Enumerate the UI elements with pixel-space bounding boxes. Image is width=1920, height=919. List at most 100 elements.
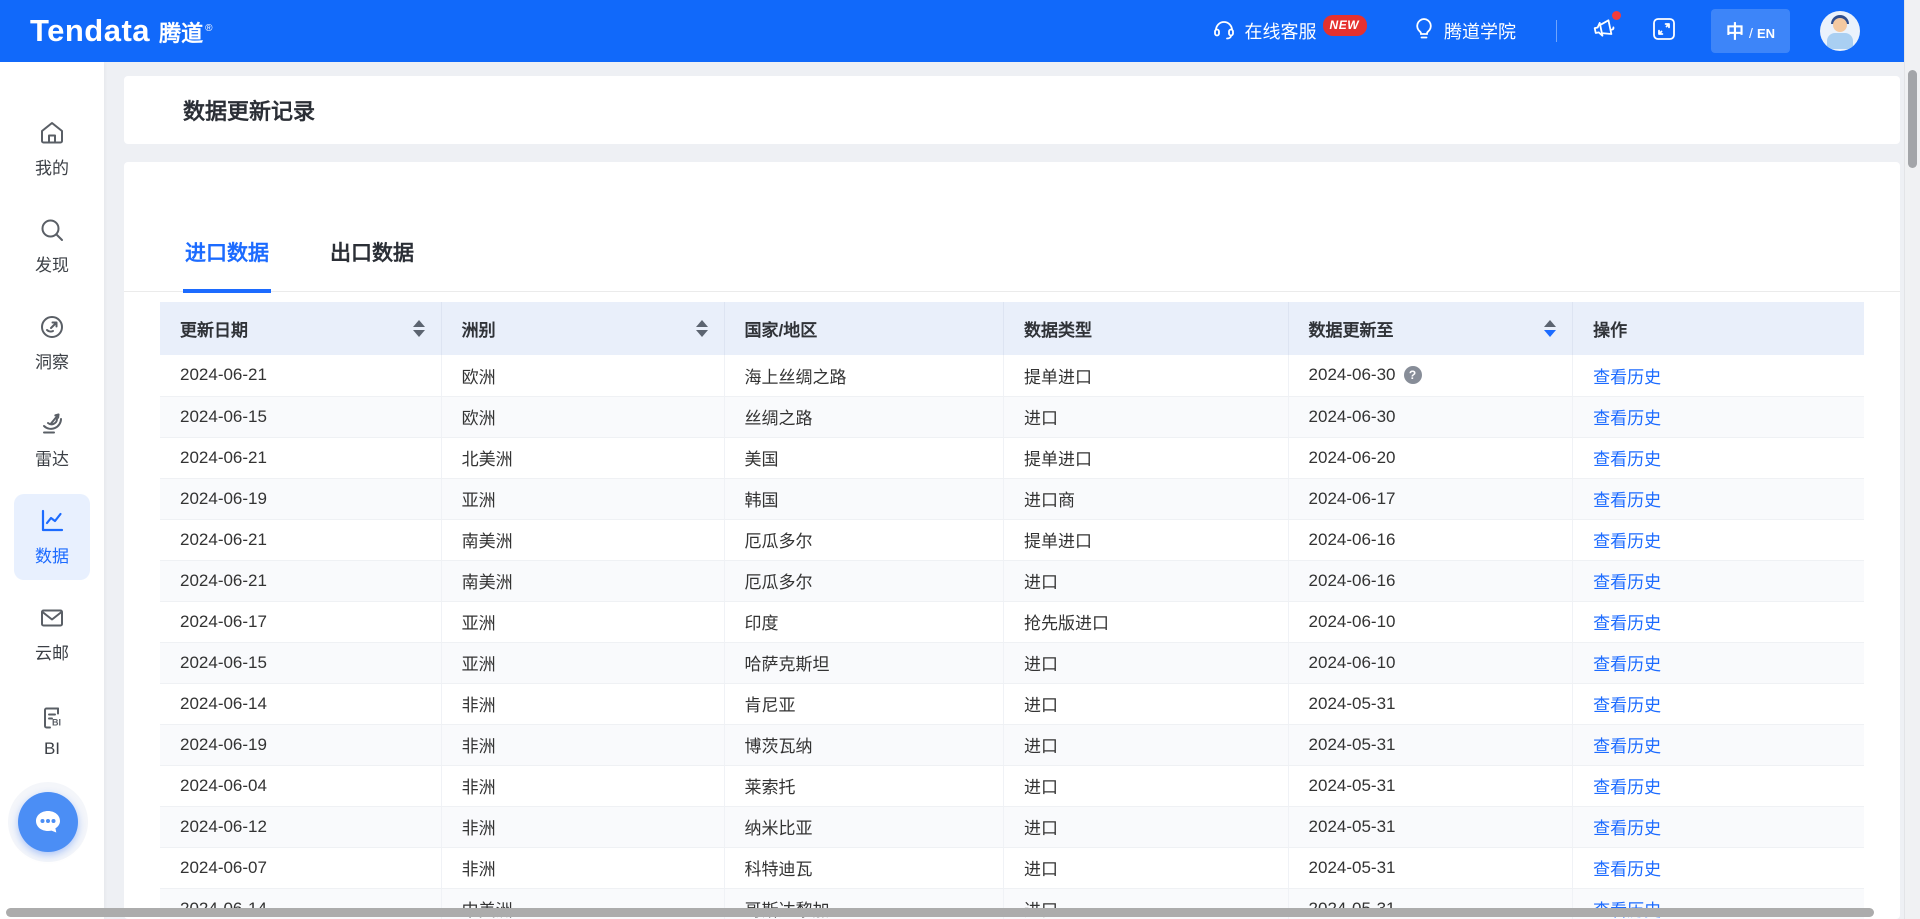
- nav-academy[interactable]: 腾道学院: [1413, 17, 1516, 46]
- cell-country: 美国: [724, 437, 1003, 478]
- cell-updated-to: 2024-06-16: [1288, 519, 1573, 560]
- logo-registered-mark: ®: [205, 23, 212, 34]
- logo-en-text: Tendata: [30, 13, 150, 49]
- view-history-link[interactable]: 查看历史: [1593, 368, 1661, 387]
- cell-country: 纳米比亚: [724, 806, 1003, 847]
- notification-dot: [1612, 11, 1621, 20]
- table-row: 2024-06-21欧洲海上丝绸之路提单进口2024-06-30?查看历史: [160, 355, 1864, 396]
- cell-actions: 查看历史: [1573, 437, 1864, 478]
- cell-country: 韩国: [724, 478, 1003, 519]
- cell-updated-to: 2024-06-10: [1288, 642, 1573, 683]
- language-switcher[interactable]: 中 / EN: [1711, 9, 1790, 53]
- help-question-icon[interactable]: ?: [1404, 366, 1422, 384]
- logo[interactable]: Tendata 腾道 ®: [30, 13, 212, 49]
- cell-actions: 查看历史: [1573, 478, 1864, 519]
- table-row: 2024-06-12非洲纳米比亚进口2024-05-31查看历史: [160, 806, 1864, 847]
- vertical-scrollbar-track[interactable]: [1904, 0, 1920, 919]
- cell-continent: 南美洲: [441, 560, 724, 601]
- chat-support-button[interactable]: [8, 782, 88, 862]
- updated-to-date: 2024-06-17: [1309, 489, 1396, 509]
- cell-updated-to: 2024-06-20: [1288, 437, 1573, 478]
- column-header-country: 国家/地区: [724, 302, 1003, 355]
- view-history-link[interactable]: 查看历史: [1593, 778, 1661, 797]
- view-history-link[interactable]: 查看历史: [1593, 696, 1661, 715]
- lang-zh-label: 中: [1726, 18, 1744, 44]
- column-header-actions: 操作: [1573, 302, 1864, 355]
- announcement-button[interactable]: [1591, 16, 1617, 47]
- sort-icon-active-desc[interactable]: [1544, 320, 1556, 337]
- vertical-scrollbar-thumb[interactable]: [1908, 70, 1917, 168]
- cell-actions: 查看历史: [1573, 683, 1864, 724]
- view-history-link[interactable]: 查看历史: [1593, 737, 1661, 756]
- sidebar-item-cloudmail[interactable]: 云邮: [14, 591, 90, 677]
- column-header-updated-to[interactable]: 数据更新至: [1288, 302, 1573, 355]
- tab-import-data[interactable]: 进口数据: [183, 237, 271, 291]
- sidebar-item-bi[interactable]: BI BI: [14, 688, 90, 774]
- cell-data-type: 进口: [1003, 806, 1288, 847]
- column-label: 更新日期: [180, 316, 248, 341]
- tabs-bar: 进口数据 出口数据: [124, 162, 1900, 292]
- updated-to-date: 2024-06-10: [1309, 653, 1396, 673]
- table-row: 2024-06-07非洲科特迪瓦进口2024-05-31查看历史: [160, 847, 1864, 888]
- cell-continent: 北美洲: [441, 437, 724, 478]
- cell-continent: 欧洲: [441, 396, 724, 437]
- view-history-link[interactable]: 查看历史: [1593, 819, 1661, 838]
- cell-data-type: 进口商: [1003, 478, 1288, 519]
- nav-online-service-label: 在线客服: [1245, 18, 1317, 44]
- cell-data-type: 进口: [1003, 765, 1288, 806]
- sidebar-item-cloudmail-label: 云邮: [35, 639, 69, 664]
- sidebar-item-radar[interactable]: 雷达: [14, 397, 90, 483]
- tab-export-label: 出口数据: [330, 242, 414, 265]
- nav-online-service[interactable]: 在线客服 NEW: [1212, 17, 1368, 46]
- view-history-link[interactable]: 查看历史: [1593, 655, 1661, 674]
- lang-en-label: EN: [1757, 26, 1775, 41]
- nav-academy-label: 腾道学院: [1444, 18, 1516, 44]
- insight-icon: [38, 313, 66, 341]
- headset-icon: [1212, 17, 1245, 46]
- cell-actions: 查看历史: [1573, 396, 1864, 437]
- cell-update-date: 2024-06-17: [160, 601, 441, 642]
- cell-country: 厄瓜多尔: [724, 560, 1003, 601]
- view-history-link[interactable]: 查看历史: [1593, 532, 1661, 551]
- cell-update-date: 2024-06-15: [160, 396, 441, 437]
- megaphone-icon: [1591, 16, 1617, 47]
- sidebar-item-my[interactable]: 我的: [14, 106, 90, 192]
- avatar-body: [1827, 33, 1853, 49]
- column-header-continent[interactable]: 洲别: [441, 302, 724, 355]
- app-root: Tendata 腾道 ® 在线客服 NEW: [0, 0, 1920, 919]
- table-body: 2024-06-21欧洲海上丝绸之路提单进口2024-06-30?查看历史202…: [160, 355, 1864, 919]
- user-avatar[interactable]: [1820, 11, 1860, 51]
- sidebar-item-insight[interactable]: 洞察: [14, 300, 90, 386]
- cell-updated-to: 2024-06-10: [1288, 601, 1573, 642]
- cell-update-date: 2024-06-15: [160, 642, 441, 683]
- cell-updated-to: 2024-05-31: [1288, 765, 1573, 806]
- view-history-link[interactable]: 查看历史: [1593, 860, 1661, 879]
- sidebar-item-discover[interactable]: 发现: [14, 203, 90, 289]
- bulb-icon: [1413, 17, 1444, 46]
- view-history-link[interactable]: 查看历史: [1593, 491, 1661, 510]
- horizontal-scrollbar-thumb[interactable]: [6, 908, 1874, 917]
- view-history-link[interactable]: 查看历史: [1593, 614, 1661, 633]
- sidebar: 我的 发现 洞察: [0, 62, 104, 919]
- view-history-link[interactable]: 查看历史: [1593, 573, 1661, 592]
- cell-update-date: 2024-06-21: [160, 519, 441, 560]
- sort-icon[interactable]: [696, 320, 708, 337]
- view-history-link[interactable]: 查看历史: [1593, 409, 1661, 428]
- page-title: 数据更新记录: [183, 94, 315, 126]
- view-history-link[interactable]: 查看历史: [1593, 450, 1661, 469]
- updated-to-date: 2024-06-30: [1309, 365, 1396, 385]
- cell-data-type: 提单进口: [1003, 437, 1288, 478]
- svg-text:BI: BI: [52, 717, 61, 727]
- cell-country: 厄瓜多尔: [724, 519, 1003, 560]
- column-header-update-date[interactable]: 更新日期: [160, 302, 441, 355]
- updated-to-date: 2024-05-31: [1309, 776, 1396, 796]
- tab-export-data[interactable]: 出口数据: [328, 237, 416, 291]
- sort-icon[interactable]: [413, 320, 425, 337]
- cell-update-date: 2024-06-04: [160, 765, 441, 806]
- fullscreen-button[interactable]: [1651, 16, 1677, 47]
- avatar-face: [1833, 18, 1847, 32]
- table-row: 2024-06-17亚洲印度抢先版进口2024-06-10查看历史: [160, 601, 1864, 642]
- sidebar-item-data[interactable]: 数据: [14, 494, 90, 580]
- cell-update-date: 2024-06-19: [160, 724, 441, 765]
- cell-continent: 非洲: [441, 765, 724, 806]
